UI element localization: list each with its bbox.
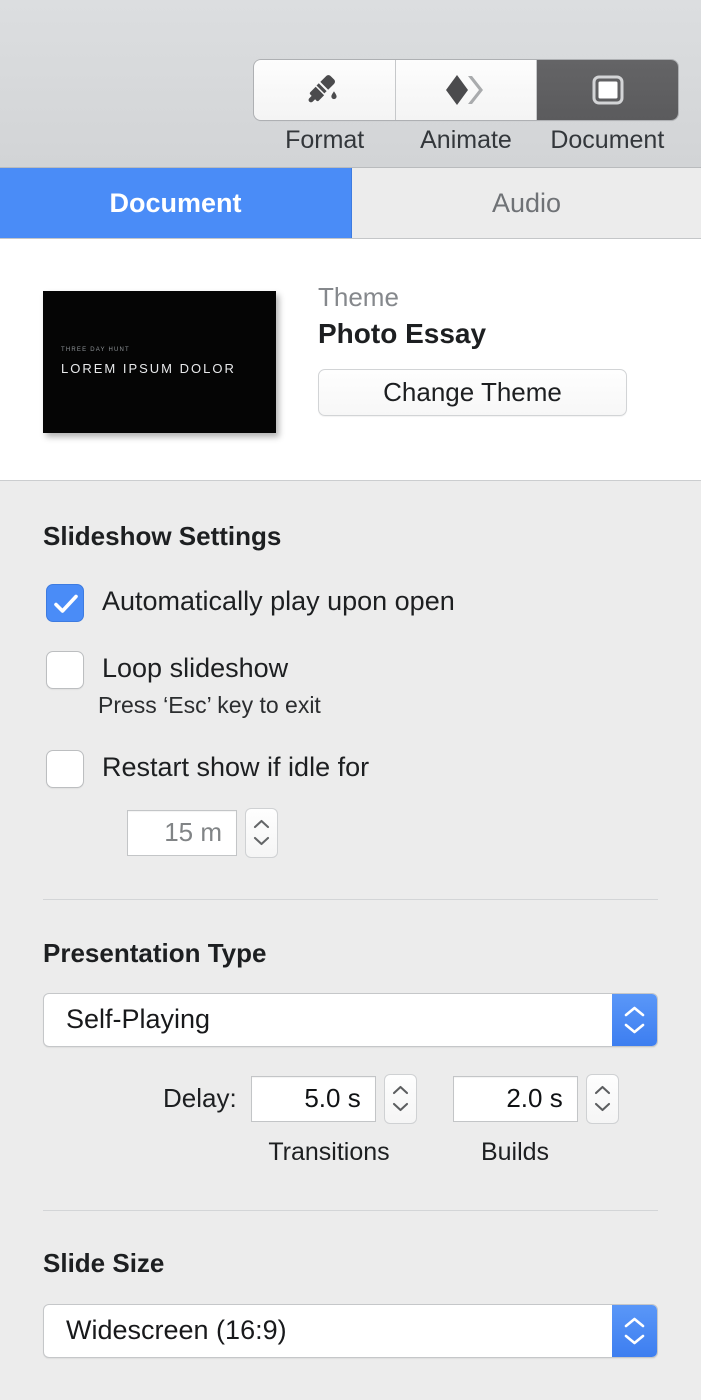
chevron-updown-icon-slide-size <box>612 1305 657 1357</box>
checkbox-row-restart-idle[interactable]: Restart show if idle for <box>0 747 701 789</box>
transitions-caption: Transitions <box>255 1138 403 1167</box>
theme-thumbnail-title: LOREM IPSUM DOLOR <box>61 361 236 376</box>
chevron-updown-icon <box>612 994 657 1046</box>
presentation-type-select[interactable]: Self-Playing <box>43 993 658 1047</box>
checkbox-loop[interactable] <box>46 651 84 689</box>
segment-document[interactable] <box>537 60 678 120</box>
presentation-type-section: Presentation Type Self-Playing Delay: 5.… <box>0 900 701 1167</box>
theme-panel: THREE DAY HUNT LOREM IPSUM DOLOR Theme P… <box>0 239 701 481</box>
idle-duration-field[interactable]: 15 m <box>127 810 237 856</box>
inspector-tabbar: Document Audio <box>0 168 701 239</box>
segment-label-format: Format <box>254 126 395 155</box>
theme-name: Photo Essay <box>318 316 486 352</box>
transitions-delay-field[interactable]: 5.0 s <box>251 1076 376 1122</box>
theme-thumbnail-eyebrow: THREE DAY HUNT <box>61 347 130 353</box>
presentation-type-title: Presentation Type <box>0 900 701 969</box>
checkbox-label-restart-idle: Restart show if idle for <box>102 747 369 789</box>
inspector-body: Slideshow Settings Automatically play up… <box>0 481 701 1358</box>
inspector-toolbar: Format Animate Document <box>0 0 701 168</box>
slide-size-select[interactable]: Widescreen (16:9) <box>43 1304 658 1358</box>
idle-duration-stepper[interactable] <box>245 808 278 858</box>
checkbox-auto-play[interactable] <box>46 584 84 622</box>
theme-label: Theme <box>318 281 486 314</box>
document-rect-icon <box>591 74 625 106</box>
segment-format[interactable] <box>254 60 396 120</box>
paintbrush-icon <box>305 71 343 109</box>
checkbox-label-loop: Loop slideshow <box>102 648 288 690</box>
theme-meta: Theme Photo Essay <box>318 281 486 352</box>
inspector-segmented-control[interactable] <box>254 60 678 120</box>
segment-label-document: Document <box>537 126 678 155</box>
transitions-delay-stepper[interactable] <box>384 1074 417 1124</box>
tab-document[interactable]: Document <box>0 168 352 238</box>
slide-size-section: Slide Size Widescreen (16:9) <box>0 1211 701 1358</box>
segment-label-animate: Animate <box>395 126 536 155</box>
slideshow-settings-section: Slideshow Settings Automatically play up… <box>0 481 701 858</box>
builds-caption: Builds <box>441 1138 589 1167</box>
segment-animate[interactable] <box>396 60 538 120</box>
slide-size-value: Widescreen (16:9) <box>44 1315 287 1346</box>
checkbox-row-auto-play[interactable]: Automatically play upon open <box>0 581 701 623</box>
checkbox-label-auto-play: Automatically play upon open <box>102 581 455 623</box>
tab-audio[interactable]: Audio <box>352 168 701 238</box>
diamond-chevron-icon <box>444 73 488 107</box>
checkbox-row-loop[interactable]: Loop slideshow <box>0 648 701 690</box>
delay-label: Delay: <box>163 1083 237 1114</box>
slideshow-settings-title: Slideshow Settings <box>0 481 701 552</box>
builds-delay-stepper[interactable] <box>586 1074 619 1124</box>
theme-thumbnail: THREE DAY HUNT LOREM IPSUM DOLOR <box>43 291 276 433</box>
tab-document-label: Document <box>109 188 241 219</box>
idle-duration-row: 15 m <box>0 808 701 858</box>
delay-row: Delay: 5.0 s 2.0 s <box>0 1074 701 1124</box>
presentation-type-value: Self-Playing <box>44 1004 210 1035</box>
delay-captions: Transitions Builds <box>0 1138 701 1167</box>
change-theme-button[interactable]: Change Theme <box>318 369 627 416</box>
tab-audio-label: Audio <box>492 188 561 219</box>
builds-delay-field[interactable]: 2.0 s <box>453 1076 578 1122</box>
slide-size-title: Slide Size <box>0 1211 701 1279</box>
loop-hint-text: Press ‘Esc’ key to exit <box>0 692 701 719</box>
inspector-segment-labels: Format Animate Document <box>254 126 678 155</box>
checkbox-restart-idle[interactable] <box>46 750 84 788</box>
